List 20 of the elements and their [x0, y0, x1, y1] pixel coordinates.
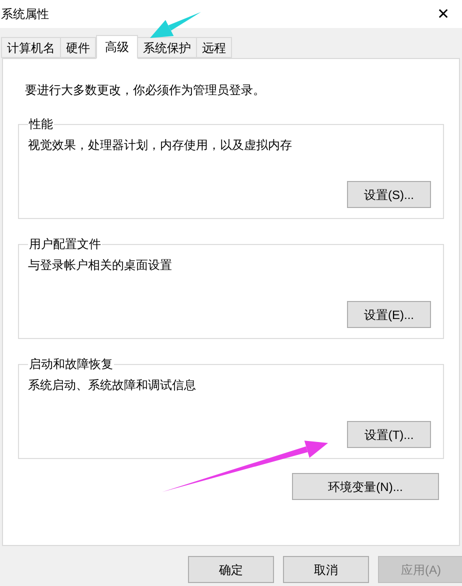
window-title: 系统属性 [1, 6, 49, 23]
admin-notice: 要进行大多数更改，你必须作为管理员登录。 [24, 82, 266, 99]
settings-button[interactable]: 设置(E)... [347, 301, 431, 328]
tab[interactable]: 硬件 [60, 37, 96, 58]
group-description: 系统启动、系统故障和调试信息 [27, 377, 197, 394]
tab[interactable]: 系统保护 [137, 37, 197, 58]
tab[interactable]: 远程 [196, 37, 232, 58]
group-title: 启动和故障恢复 [28, 356, 114, 373]
group-description: 与登录帐户相关的桌面设置 [27, 257, 173, 274]
close-button[interactable]: ✕ [433, 6, 454, 22]
group-title: 用户配置文件 [28, 236, 102, 253]
settings-button[interactable]: 设置(S)... [347, 181, 431, 208]
settings-button[interactable]: 设置(T)... [347, 421, 431, 448]
tab[interactable]: 高级 [96, 35, 138, 59]
dialog-button[interactable]: 确定 [188, 556, 274, 583]
tab[interactable]: 计算机名 [1, 37, 61, 58]
group-description: 视觉效果，处理器计划，内存使用，以及虚拟内存 [27, 137, 293, 154]
dialog-button[interactable]: 取消 [283, 556, 369, 583]
environment-variables-button[interactable]: 环境变量(N)... [292, 473, 439, 500]
group-title: 性能 [28, 116, 54, 133]
